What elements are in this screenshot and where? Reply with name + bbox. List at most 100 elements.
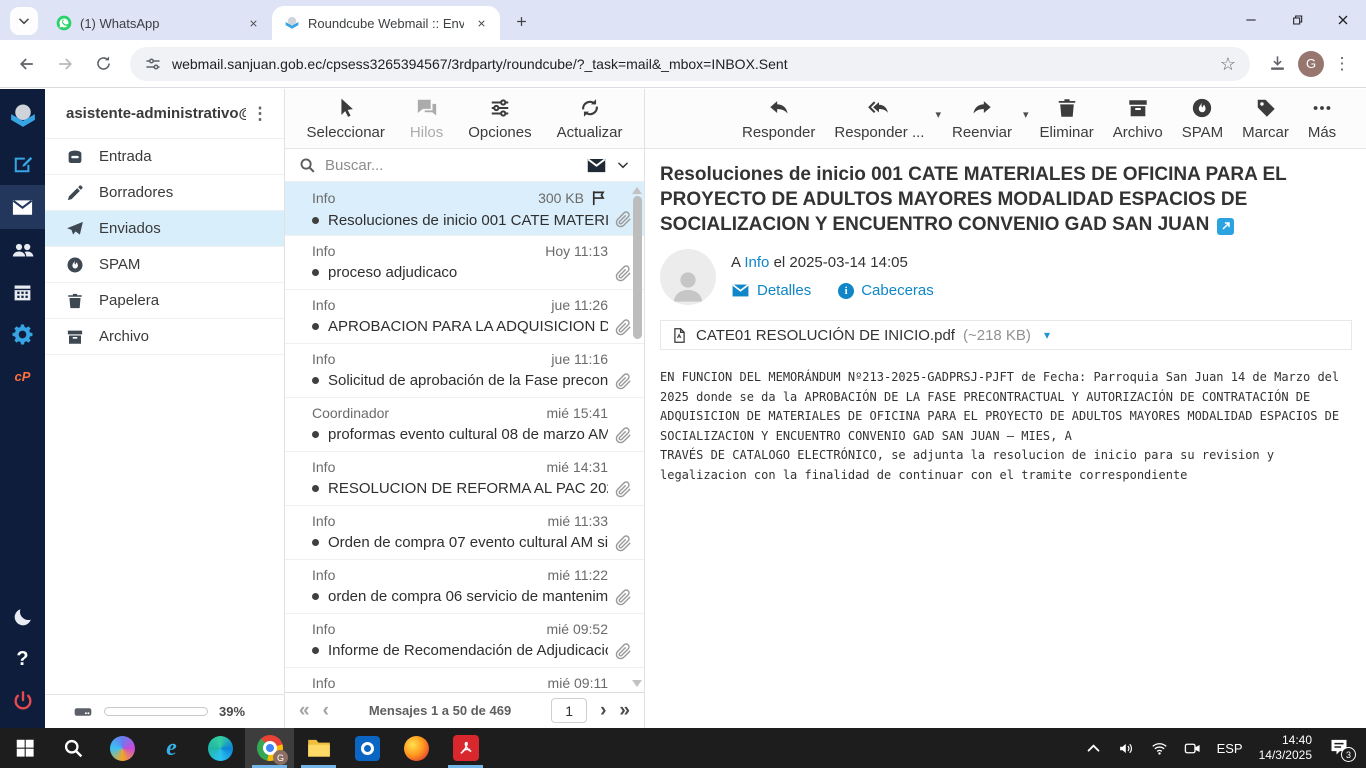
- taskbar-file-explorer-button[interactable]: [294, 728, 343, 768]
- folder-spam[interactable]: SPAM: [45, 247, 284, 283]
- scroll-down-arrow[interactable]: [632, 680, 642, 687]
- bookmark-star-icon[interactable]: ☆: [1220, 55, 1236, 73]
- restore-button[interactable]: [1274, 0, 1320, 40]
- taskbar-search-button[interactable]: [49, 728, 98, 768]
- reload-button[interactable]: [86, 47, 120, 81]
- message-row[interactable]: Info300 KB Resoluciones de inicio 001 CA…: [285, 182, 644, 236]
- archive-button[interactable]: Archivo: [1113, 97, 1163, 141]
- calendar-nav-button[interactable]: [0, 271, 45, 313]
- unread-dot: [312, 377, 319, 384]
- message-row[interactable]: Infomié 14:31 RESOLUCION DE REFORMA AL P…: [285, 452, 644, 506]
- settings-nav-button[interactable]: [0, 313, 45, 355]
- spam-button[interactable]: SPAM: [1182, 97, 1223, 141]
- folder-enviados[interactable]: Enviados: [45, 211, 284, 247]
- meet-now-icon[interactable]: [1184, 740, 1201, 757]
- attachment-dropdown-icon[interactable]: ▾: [1044, 328, 1050, 342]
- recipient-link[interactable]: Info: [744, 254, 769, 271]
- mail-nav-button[interactable]: [0, 185, 45, 229]
- message-subject: RESOLUCION DE REFORMA AL PAC 2025: [328, 480, 608, 497]
- chrome-profile-badge: G: [273, 750, 288, 765]
- taskbar-copilot-button[interactable]: [98, 728, 147, 768]
- flag-icon[interactable]: [590, 189, 608, 207]
- taskbar-outlook-button[interactable]: [343, 728, 392, 768]
- close-window-button[interactable]: [1320, 0, 1366, 40]
- forward-button[interactable]: [48, 47, 82, 81]
- folder-menu-button[interactable]: ⋮: [246, 104, 274, 124]
- taskbar-edge-button[interactable]: [196, 728, 245, 768]
- tab-whatsapp[interactable]: (1) WhatsApp: [44, 6, 272, 40]
- page-number-input[interactable]: [551, 698, 587, 723]
- message-row[interactable]: Infomié 11:22 orden de compra 06 servici…: [285, 560, 644, 614]
- message-row[interactable]: Infojue 11:26 APROBACION PARA LA ADQUISI…: [285, 290, 644, 344]
- browser-menu-button[interactable]: ⋮: [1328, 54, 1356, 74]
- address-bar[interactable]: webmail.sanjuan.gob.ec/cpsess3265394567/…: [130, 47, 1250, 81]
- minimize-button[interactable]: [1228, 0, 1274, 40]
- compose-button[interactable]: [0, 143, 45, 185]
- forward-button[interactable]: Reenviar: [952, 97, 1012, 141]
- search-options-chevron-icon[interactable]: [616, 158, 630, 172]
- logout-button[interactable]: [0, 680, 45, 722]
- tray-chevron-up-icon[interactable]: [1085, 740, 1102, 757]
- start-button[interactable]: [0, 728, 49, 768]
- volume-icon[interactable]: [1118, 740, 1135, 757]
- headers-link[interactable]: iCabeceras: [838, 282, 934, 299]
- browser-profile-avatar[interactable]: G: [1298, 51, 1324, 77]
- taskbar-firefox-button[interactable]: [392, 728, 441, 768]
- search-scope-envelope-icon[interactable]: [586, 155, 607, 176]
- search-input[interactable]: [325, 157, 577, 174]
- reply-all-button[interactable]: Responder ...: [834, 97, 924, 141]
- options-button[interactable]: Opciones: [468, 97, 531, 141]
- dark-mode-button[interactable]: [0, 596, 45, 638]
- folder-papelera[interactable]: Papelera: [45, 283, 284, 319]
- taskbar-internet-explorer-button[interactable]: e: [147, 728, 196, 768]
- more-button[interactable]: Más: [1308, 97, 1336, 141]
- downloads-button[interactable]: [1260, 47, 1294, 81]
- message-date: mié 15:41: [547, 405, 608, 421]
- close-tab-icon[interactable]: [472, 14, 490, 32]
- folder-archivo[interactable]: Archivo: [45, 319, 284, 355]
- message-row[interactable]: Coordinadormié 15:41 proformas evento cu…: [285, 398, 644, 452]
- language-indicator[interactable]: ESP: [1217, 741, 1243, 756]
- site-settings-icon[interactable]: [144, 55, 162, 73]
- message-row[interactable]: Infomié 09:52 Informe de Recomendación d…: [285, 614, 644, 668]
- details-link[interactable]: Detalles: [731, 281, 811, 300]
- folder-borradores[interactable]: Borradores: [45, 175, 284, 211]
- message-row[interactable]: Infomié 09:11: [285, 668, 644, 692]
- reply-button[interactable]: Responder: [742, 97, 815, 141]
- button-label: Responder ...: [834, 124, 924, 141]
- folder-entrada[interactable]: Entrada: [45, 139, 284, 175]
- next-page-button[interactable]: ›: [600, 701, 606, 720]
- list-scrollbar[interactable]: [631, 184, 643, 690]
- tab-title: (1) WhatsApp: [80, 16, 236, 31]
- message-row[interactable]: InfoHoy 11:13 proceso adjudicaco: [285, 236, 644, 290]
- contacts-nav-button[interactable]: [0, 229, 45, 271]
- message-row[interactable]: Infojue 11:16 Solicitud de aprobación de…: [285, 344, 644, 398]
- wifi-icon[interactable]: [1151, 740, 1168, 757]
- back-button[interactable]: [10, 47, 44, 81]
- help-button[interactable]: ?: [0, 638, 45, 680]
- taskbar-clock[interactable]: 14:4014/3/2025: [1259, 733, 1312, 763]
- taskbar-chrome-button[interactable]: G: [245, 728, 294, 768]
- forward-dropdown-icon[interactable]: ▾: [1023, 108, 1029, 121]
- first-page-button[interactable]: «: [299, 701, 310, 720]
- cpanel-nav-button[interactable]: cP: [0, 355, 45, 397]
- threads-button[interactable]: Hilos: [410, 97, 443, 141]
- prev-page-button[interactable]: ‹: [323, 701, 329, 720]
- select-button[interactable]: Seleccionar: [307, 97, 385, 141]
- mark-button[interactable]: Marcar: [1242, 97, 1289, 141]
- refresh-button[interactable]: Actualizar: [557, 97, 623, 141]
- open-in-new-window-icon[interactable]: [1217, 218, 1234, 235]
- new-tab-button[interactable]: [508, 8, 534, 34]
- tab-search-button[interactable]: [10, 7, 38, 35]
- attachment-bar[interactable]: CATE01 RESOLUCIÓN DE INICIO.pdf (~218 KB…: [660, 320, 1352, 350]
- notifications-button[interactable]: 3: [1328, 737, 1352, 759]
- last-page-button[interactable]: »: [619, 701, 630, 720]
- scrollbar-thumb[interactable]: [633, 196, 642, 339]
- taskbar-acrobat-button[interactable]: [441, 728, 490, 768]
- close-tab-icon[interactable]: [244, 14, 262, 32]
- reply-all-dropdown-icon[interactable]: ▾: [935, 108, 941, 121]
- tab-roundcube[interactable]: Roundcube Webmail :: Enviados: [272, 6, 500, 40]
- delete-button[interactable]: Eliminar: [1040, 97, 1094, 141]
- message-row[interactable]: Infomié 11:33 Orden de compra 07 evento …: [285, 506, 644, 560]
- scroll-up-arrow[interactable]: [632, 187, 642, 194]
